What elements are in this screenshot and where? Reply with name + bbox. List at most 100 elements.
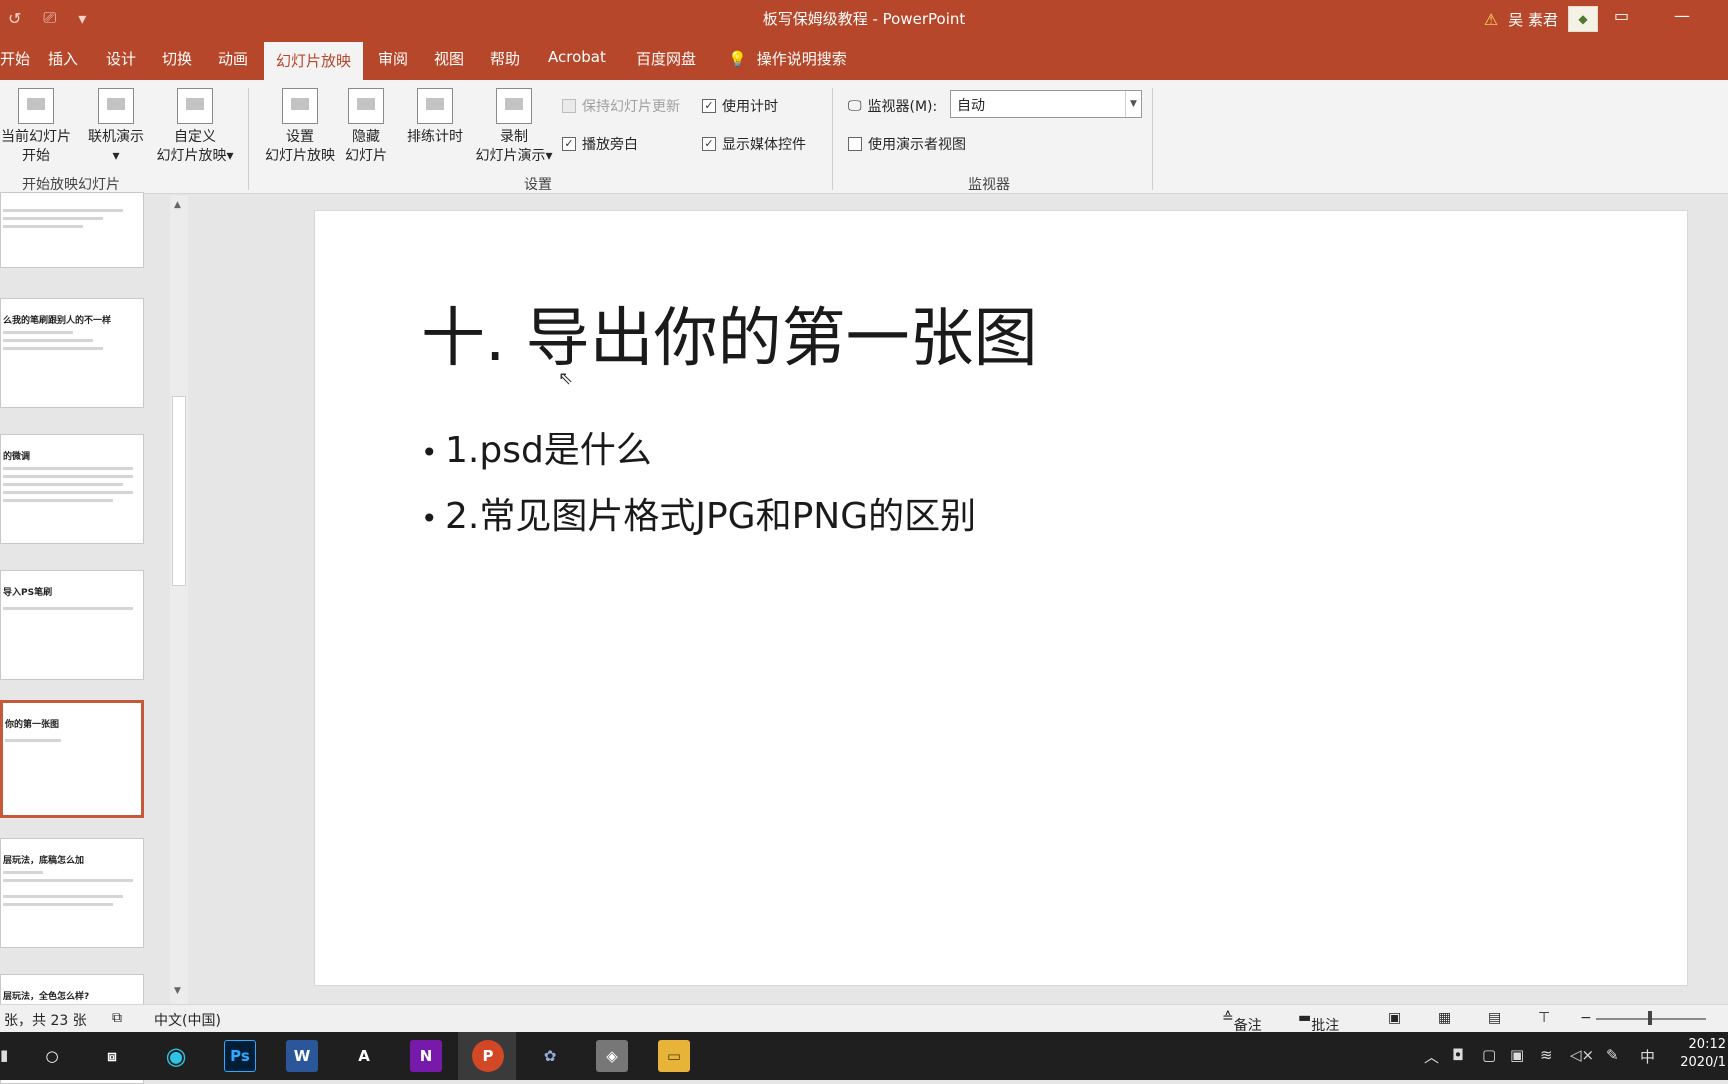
slide-sorter-icon[interactable]: ▦ <box>1438 1010 1451 1026</box>
title-bar: ↺ ⎚ ▾ 板写保姆级教程 - PowerPoint ⚠ 吴 素君 ◆ ▭ — <box>0 0 1728 38</box>
accessibility-icon[interactable]: ⧉ <box>112 1010 122 1026</box>
group-divider <box>248 88 249 190</box>
setup-group-label: 设置 <box>524 177 552 193</box>
checkbox-box <box>848 137 862 151</box>
record-slideshow-button[interactable]: 录制 幻灯片演示▾ <box>470 88 558 166</box>
slide-canvas[interactable]: 十. 导出你的第一张图 1.psd是什么 2.常见图片格式JPG和PNG的区别 <box>314 210 1688 986</box>
presenter-view-checkbox[interactable]: 使用演示者视图 <box>848 134 966 154</box>
app-icon[interactable]: ◈ <box>596 1040 628 1072</box>
online-present-button[interactable]: 联机演示 ▾ <box>84 88 148 166</box>
tab-acrobat[interactable]: Acrobat <box>548 48 606 66</box>
warning-icon[interactable]: ⚠ <box>1484 10 1498 29</box>
slide-thumbnail[interactable] <box>0 192 144 268</box>
scroll-down-icon[interactable]: ▼ <box>174 986 181 996</box>
from-current-slide-icon <box>18 88 54 124</box>
ribbon-display-icon[interactable]: ▭ <box>1614 6 1629 25</box>
custom-slideshow-icon <box>177 88 213 124</box>
tell-me-label: 操作说明搜索 <box>756 50 847 68</box>
zoom-out-icon[interactable]: − <box>1580 1010 1592 1026</box>
chevron-down-icon: ▾ <box>112 148 120 164</box>
start-button-icon[interactable]: ▮ <box>0 1046 8 1064</box>
slideshow-view-icon[interactable]: ⊤ <box>1538 1010 1550 1026</box>
powerpoint-icon[interactable]: P <box>472 1040 504 1072</box>
tell-me-search[interactable]: 💡 操作说明搜索 <box>728 48 847 69</box>
group-divider <box>1152 88 1153 190</box>
tab-insert[interactable]: 插入 <box>48 48 78 69</box>
online-present-icon <box>98 88 134 124</box>
scroll-up-icon[interactable]: ▲ <box>174 200 181 210</box>
from-current-slide-button[interactable]: 当前幻灯片 开始 <box>0 88 72 166</box>
custom-slideshow-button[interactable]: 自定义 幻灯片放映▾ <box>150 88 240 166</box>
input-method-indicator[interactable]: 中 <box>1640 1046 1655 1067</box>
stopwatch-icon <box>417 88 453 124</box>
slide-thumbnail-selected[interactable]: 你的第一张图 <box>0 700 144 818</box>
mouse-cursor-icon: ⇖ <box>558 368 574 389</box>
notes-button[interactable]: ≙ 备注 <box>1222 1010 1262 1034</box>
scrollbar-thumb[interactable] <box>172 396 186 586</box>
monitor-label: 🖵 监视器(M): <box>848 98 938 115</box>
play-narration-checkbox[interactable]: ✓ 播放旁白 <box>562 134 638 154</box>
tab-help[interactable]: 帮助 <box>490 48 520 69</box>
ribbon-tabs: 开始 插入 设计 切换 动画 幻灯片放映 审阅 视图 帮助 Acrobat 百度… <box>0 38 1728 80</box>
rehearse-timings-button[interactable]: 排练计时 <box>400 88 470 147</box>
window-title: 板写保姆级教程 - PowerPoint <box>762 10 966 28</box>
setup-slideshow-button[interactable]: 设置 幻灯片放映 <box>260 88 340 166</box>
checkmark-icon: ✓ <box>702 99 716 113</box>
ribbon: 当前幻灯片 开始 联机演示 ▾ 自定义 幻灯片放映▾ 开始放映幻灯片 设置 幻灯… <box>0 80 1728 194</box>
hide-slide-icon <box>348 88 384 124</box>
slide-bullet[interactable]: 1.psd是什么 <box>421 421 976 473</box>
volume-muted-icon[interactable]: ◁× <box>1570 1046 1594 1064</box>
camera-icon[interactable]: ◘ <box>1452 1046 1464 1064</box>
onenote-icon[interactable]: N <box>410 1040 442 1072</box>
chevron-down-icon[interactable]: ▼ <box>1125 91 1141 117</box>
tab-animations[interactable]: 动画 <box>218 48 248 69</box>
wifi-icon[interactable]: ≋ <box>1540 1046 1553 1064</box>
acrobat-icon[interactable]: A <box>348 1040 380 1072</box>
show-media-controls-checkbox[interactable]: ✓ 显示媒体控件 <box>702 134 806 154</box>
word-icon[interactable]: W <box>286 1040 318 1072</box>
minimize-icon[interactable]: — <box>1674 6 1690 25</box>
slide-thumbnail[interactable]: 的微调 <box>0 434 144 544</box>
file-explorer-icon[interactable]: ▭ <box>658 1040 690 1072</box>
tablet-icon[interactable]: ▢ <box>1482 1046 1496 1064</box>
slide-bullet[interactable]: 2.常见图片格式JPG和PNG的区别 <box>421 487 976 539</box>
user-area: ⚠ 吴 素君 ◆ <box>1484 6 1598 32</box>
system-clock[interactable]: 20:12 2020/1 <box>1680 1036 1726 1072</box>
thumbnail-scrollbar[interactable]: ▲ ▼ <box>170 196 188 1004</box>
monitor-select[interactable]: 自动 ▼ <box>950 90 1142 118</box>
slide-title[interactable]: 十. 导出你的第一张图 <box>421 287 1038 379</box>
slide-bullet-list[interactable]: 1.psd是什么 2.常见图片格式JPG和PNG的区别 <box>421 421 976 553</box>
search-icon[interactable]: ○ <box>36 1040 68 1072</box>
tab-view[interactable]: 视图 <box>434 48 464 69</box>
task-view-icon[interactable]: ⧈ <box>96 1040 128 1072</box>
reading-view-icon[interactable]: ▤ <box>1488 1010 1501 1026</box>
tab-transitions[interactable]: 切换 <box>162 48 192 69</box>
taskbar: ▮ ○ ⧈ ◉ Ps W A N P ✿ ◈ ▭ ︿ ◘ ▢ ▣ ≋ ◁× ✎ … <box>0 1032 1728 1080</box>
tab-design[interactable]: 设计 <box>106 48 136 69</box>
tab-review[interactable]: 审阅 <box>378 48 408 69</box>
photoshop-icon[interactable]: Ps <box>224 1040 256 1072</box>
avatar[interactable]: ◆ <box>1568 6 1598 32</box>
keep-updated-checkbox[interactable]: 保持幻灯片更新 <box>562 96 680 116</box>
display-icon[interactable]: ▣ <box>1510 1046 1524 1064</box>
monitor-group-label: 监视器 <box>968 177 1010 193</box>
language-indicator[interactable]: 中文(中国) <box>154 1010 221 1030</box>
edge-icon[interactable]: ◉ <box>160 1040 192 1072</box>
hide-slide-button[interactable]: 隐藏 幻灯片 <box>342 88 390 166</box>
use-timings-checkbox[interactable]: ✓ 使用计时 <box>702 96 778 116</box>
slide-count: 张，共 23 张 <box>4 1013 87 1029</box>
slide-thumbnail[interactable]: 导入PS笔刷 <box>0 570 144 680</box>
slide-thumbnail[interactable]: 层玩法，底稿怎么加 <box>0 838 144 948</box>
tab-baidu[interactable]: 百度网盘 <box>636 48 696 69</box>
pen-icon[interactable]: ✎ <box>1606 1046 1619 1064</box>
normal-view-icon[interactable]: ▣ <box>1388 1010 1401 1026</box>
chevron-up-icon[interactable]: ︿ <box>1424 1046 1439 1067</box>
tab-slideshow[interactable]: 幻灯片放映 <box>264 42 364 80</box>
slide-thumbnail[interactable]: 么我的笔刷跟别人的不一样 <box>0 298 144 408</box>
app-icon[interactable]: ✿ <box>534 1040 566 1072</box>
comments-button[interactable]: ▬ 批注 <box>1298 1010 1339 1034</box>
zoom-slider-handle[interactable] <box>1648 1011 1652 1025</box>
group-divider <box>832 88 833 190</box>
tab-home[interactable]: 开始 <box>0 48 30 69</box>
user-name[interactable]: 吴 素君 <box>1508 9 1558 30</box>
